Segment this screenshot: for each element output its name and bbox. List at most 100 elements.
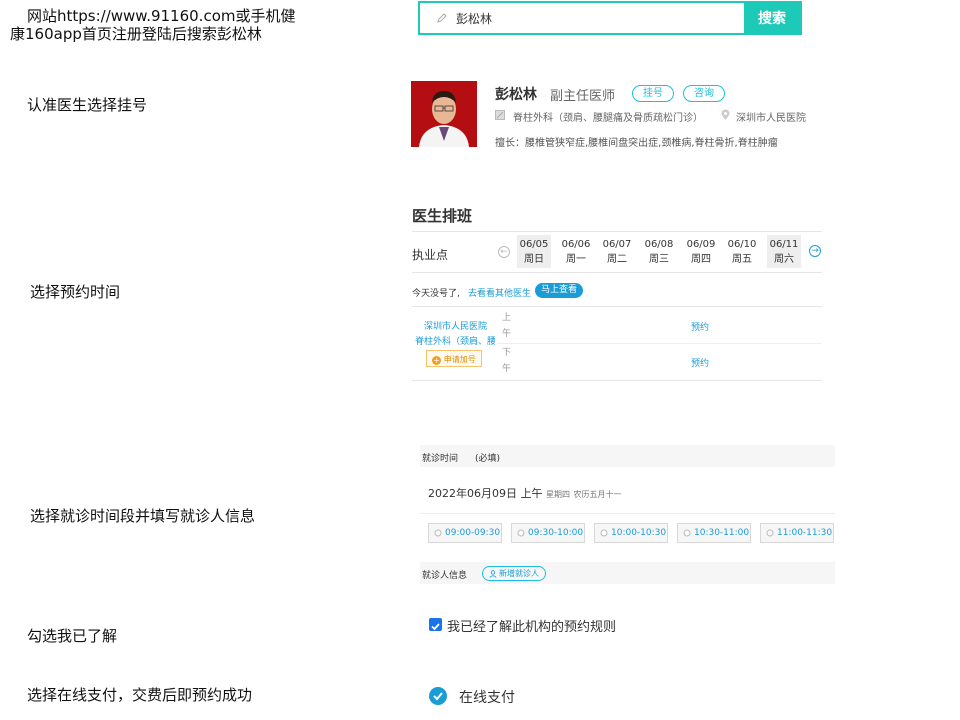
- doctor-name[interactable]: 彭松林: [495, 84, 537, 104]
- day-date: 06/09: [686, 239, 716, 250]
- day-column[interactable]: 06/06 周一: [559, 235, 593, 268]
- search-value: 彭松林: [456, 11, 493, 26]
- step6-text: 选择在线支付，交费后即预约成功: [27, 686, 253, 704]
- schedule-title: 医生排班: [412, 207, 473, 225]
- time-slot-label: 10:00-10:30: [611, 528, 667, 538]
- day-week: 周三: [649, 254, 669, 265]
- day-week: 周四: [691, 254, 711, 265]
- pencil-icon: [437, 13, 447, 23]
- time-slot[interactable]: 09:30-10:00: [511, 523, 585, 543]
- no-source-text: 今天没号了,: [412, 289, 460, 299]
- checkmark-icon: [431, 623, 440, 631]
- schedule-hospital-link[interactable]: 深圳市人民医院: [424, 319, 487, 332]
- divider: [412, 272, 822, 273]
- time-slot-label: 11:00-11:30: [777, 528, 833, 538]
- day-date: 06/10: [727, 239, 757, 250]
- divider: [412, 306, 822, 307]
- day-week: 周五: [732, 254, 752, 265]
- pm-label: 下 午: [502, 345, 512, 377]
- doctor-title: 副主任医师: [550, 89, 616, 104]
- divider: [497, 343, 822, 344]
- search-input[interactable]: 彭松林: [420, 3, 744, 33]
- visit-lunar-date: 农历五月十一: [573, 490, 622, 499]
- day-date: 06/06: [561, 239, 591, 250]
- radio-circle-icon: [434, 529, 442, 537]
- online-pay-label[interactable]: 在线支付: [459, 687, 515, 707]
- day-column[interactable]: 06/07 周二: [600, 235, 634, 268]
- doctor-photo[interactable]: [411, 81, 477, 147]
- step5-text: 勾选我已了解: [27, 627, 118, 645]
- step3-text: 选择预约时间: [30, 283, 121, 301]
- time-slot-label: 09:30-10:00: [528, 528, 584, 538]
- day-column[interactable]: 06/08 周三: [642, 235, 676, 268]
- time-slot[interactable]: 10:00-10:30: [594, 523, 668, 543]
- online-pay-radio[interactable]: [429, 687, 447, 705]
- checkmark-icon: [433, 692, 443, 701]
- search-button[interactable]: 搜索: [744, 3, 800, 33]
- visit-time-label: 就诊时间: [422, 454, 459, 464]
- am-label-char: 午: [502, 329, 512, 339]
- next-week-arrow-icon[interactable]: →: [809, 245, 821, 257]
- divider: [420, 513, 835, 514]
- visit-date: 2022年06月09日 上午 星期四 农历五月十一: [428, 485, 622, 501]
- radio-circle-icon: [600, 529, 608, 537]
- schedule-department-link[interactable]: 脊柱外科（颈肩、腰: [415, 334, 495, 347]
- radio-circle-icon: [517, 529, 525, 537]
- doctor-hospital: 深圳市人民医院: [736, 113, 806, 124]
- add-patient-label: 新增就诊人: [499, 569, 539, 578]
- doctor-specialty: 擅长：腰椎管狭窄症,腰椎间盘突出症,颈椎病,脊柱骨折,脊柱肿瘤: [495, 138, 778, 149]
- doctor-department: 脊柱外科（颈肩、腰腿痛及骨质疏松门诊）: [513, 113, 703, 124]
- pm-label-char: 午: [502, 364, 512, 374]
- add-number-button[interactable]: + 申请加号: [426, 350, 482, 367]
- book-am-link[interactable]: 预约: [691, 320, 709, 333]
- radio-circle-icon: [766, 529, 774, 537]
- step4-text: 选择就诊时间段并填写就诊人信息: [30, 507, 256, 525]
- user-icon: [489, 569, 497, 578]
- day-column[interactable]: 06/10 周五: [725, 235, 759, 268]
- plus-circle-icon: +: [432, 356, 442, 365]
- day-date: 06/11: [769, 239, 799, 250]
- doctor-avatar: [411, 81, 477, 147]
- visit-time-header: 就诊时间 (必填): [420, 445, 835, 467]
- day-column[interactable]: 06/11 周六: [767, 235, 801, 268]
- agree-label[interactable]: 我已经了解此机构的预约规则: [447, 616, 616, 635]
- book-pm-link[interactable]: 预约: [691, 356, 709, 369]
- time-slot[interactable]: 11:00-11:30: [760, 523, 834, 543]
- agree-checkbox[interactable]: [429, 618, 442, 631]
- prev-week-arrow-icon[interactable]: ←: [498, 246, 510, 258]
- day-date: 06/07: [602, 239, 632, 250]
- search-bar: 彭松林 搜索: [418, 1, 802, 35]
- am-label: 上 午: [502, 310, 512, 342]
- add-patient-button[interactable]: 新增就诊人: [482, 566, 546, 581]
- day-column[interactable]: 06/09 周四: [684, 235, 718, 268]
- day-week: 周一: [566, 254, 586, 265]
- location-pin-icon: [721, 109, 730, 120]
- day-date: 06/08: [644, 239, 674, 250]
- visit-weekday: 星期四: [546, 490, 570, 499]
- other-doctors-link[interactable]: 去看看其他医生: [468, 286, 531, 299]
- add-number-label: 申请加号: [443, 355, 476, 364]
- am-label-char: 上: [502, 313, 512, 323]
- day-week: 周二: [607, 254, 627, 265]
- time-slot[interactable]: 09:00-09:30: [428, 523, 502, 543]
- visit-time-required: (必填): [475, 454, 501, 464]
- register-button[interactable]: 挂号: [632, 85, 674, 102]
- divider: [412, 380, 822, 381]
- radio-circle-icon: [683, 529, 691, 537]
- pm-label-char: 下: [502, 348, 512, 358]
- time-slot-label: 09:00-09:30: [445, 528, 501, 538]
- visit-date-text: 2022年06月09日 上午: [428, 487, 543, 500]
- step2-text: 认准医生选择挂号: [27, 96, 148, 114]
- consult-button[interactable]: 咨询: [683, 85, 725, 102]
- patient-info-label: 就诊人信息: [422, 571, 468, 581]
- day-date: 06/05: [519, 239, 549, 250]
- check-now-button[interactable]: 马上查看: [535, 283, 583, 298]
- divider: [412, 231, 822, 232]
- schedule-location-label: 执业点: [412, 248, 449, 262]
- time-slot-label: 10:30-11:00: [694, 528, 750, 538]
- step1-line1: 网站https://www.91160.com或手机健: [27, 7, 296, 25]
- step1-line2: 康160app首页注册登陆后搜索彭松林: [10, 25, 262, 43]
- time-slot[interactable]: 10:30-11:00: [677, 523, 751, 543]
- day-week: 周六: [774, 254, 794, 265]
- day-column[interactable]: 06/05 周日: [517, 235, 551, 268]
